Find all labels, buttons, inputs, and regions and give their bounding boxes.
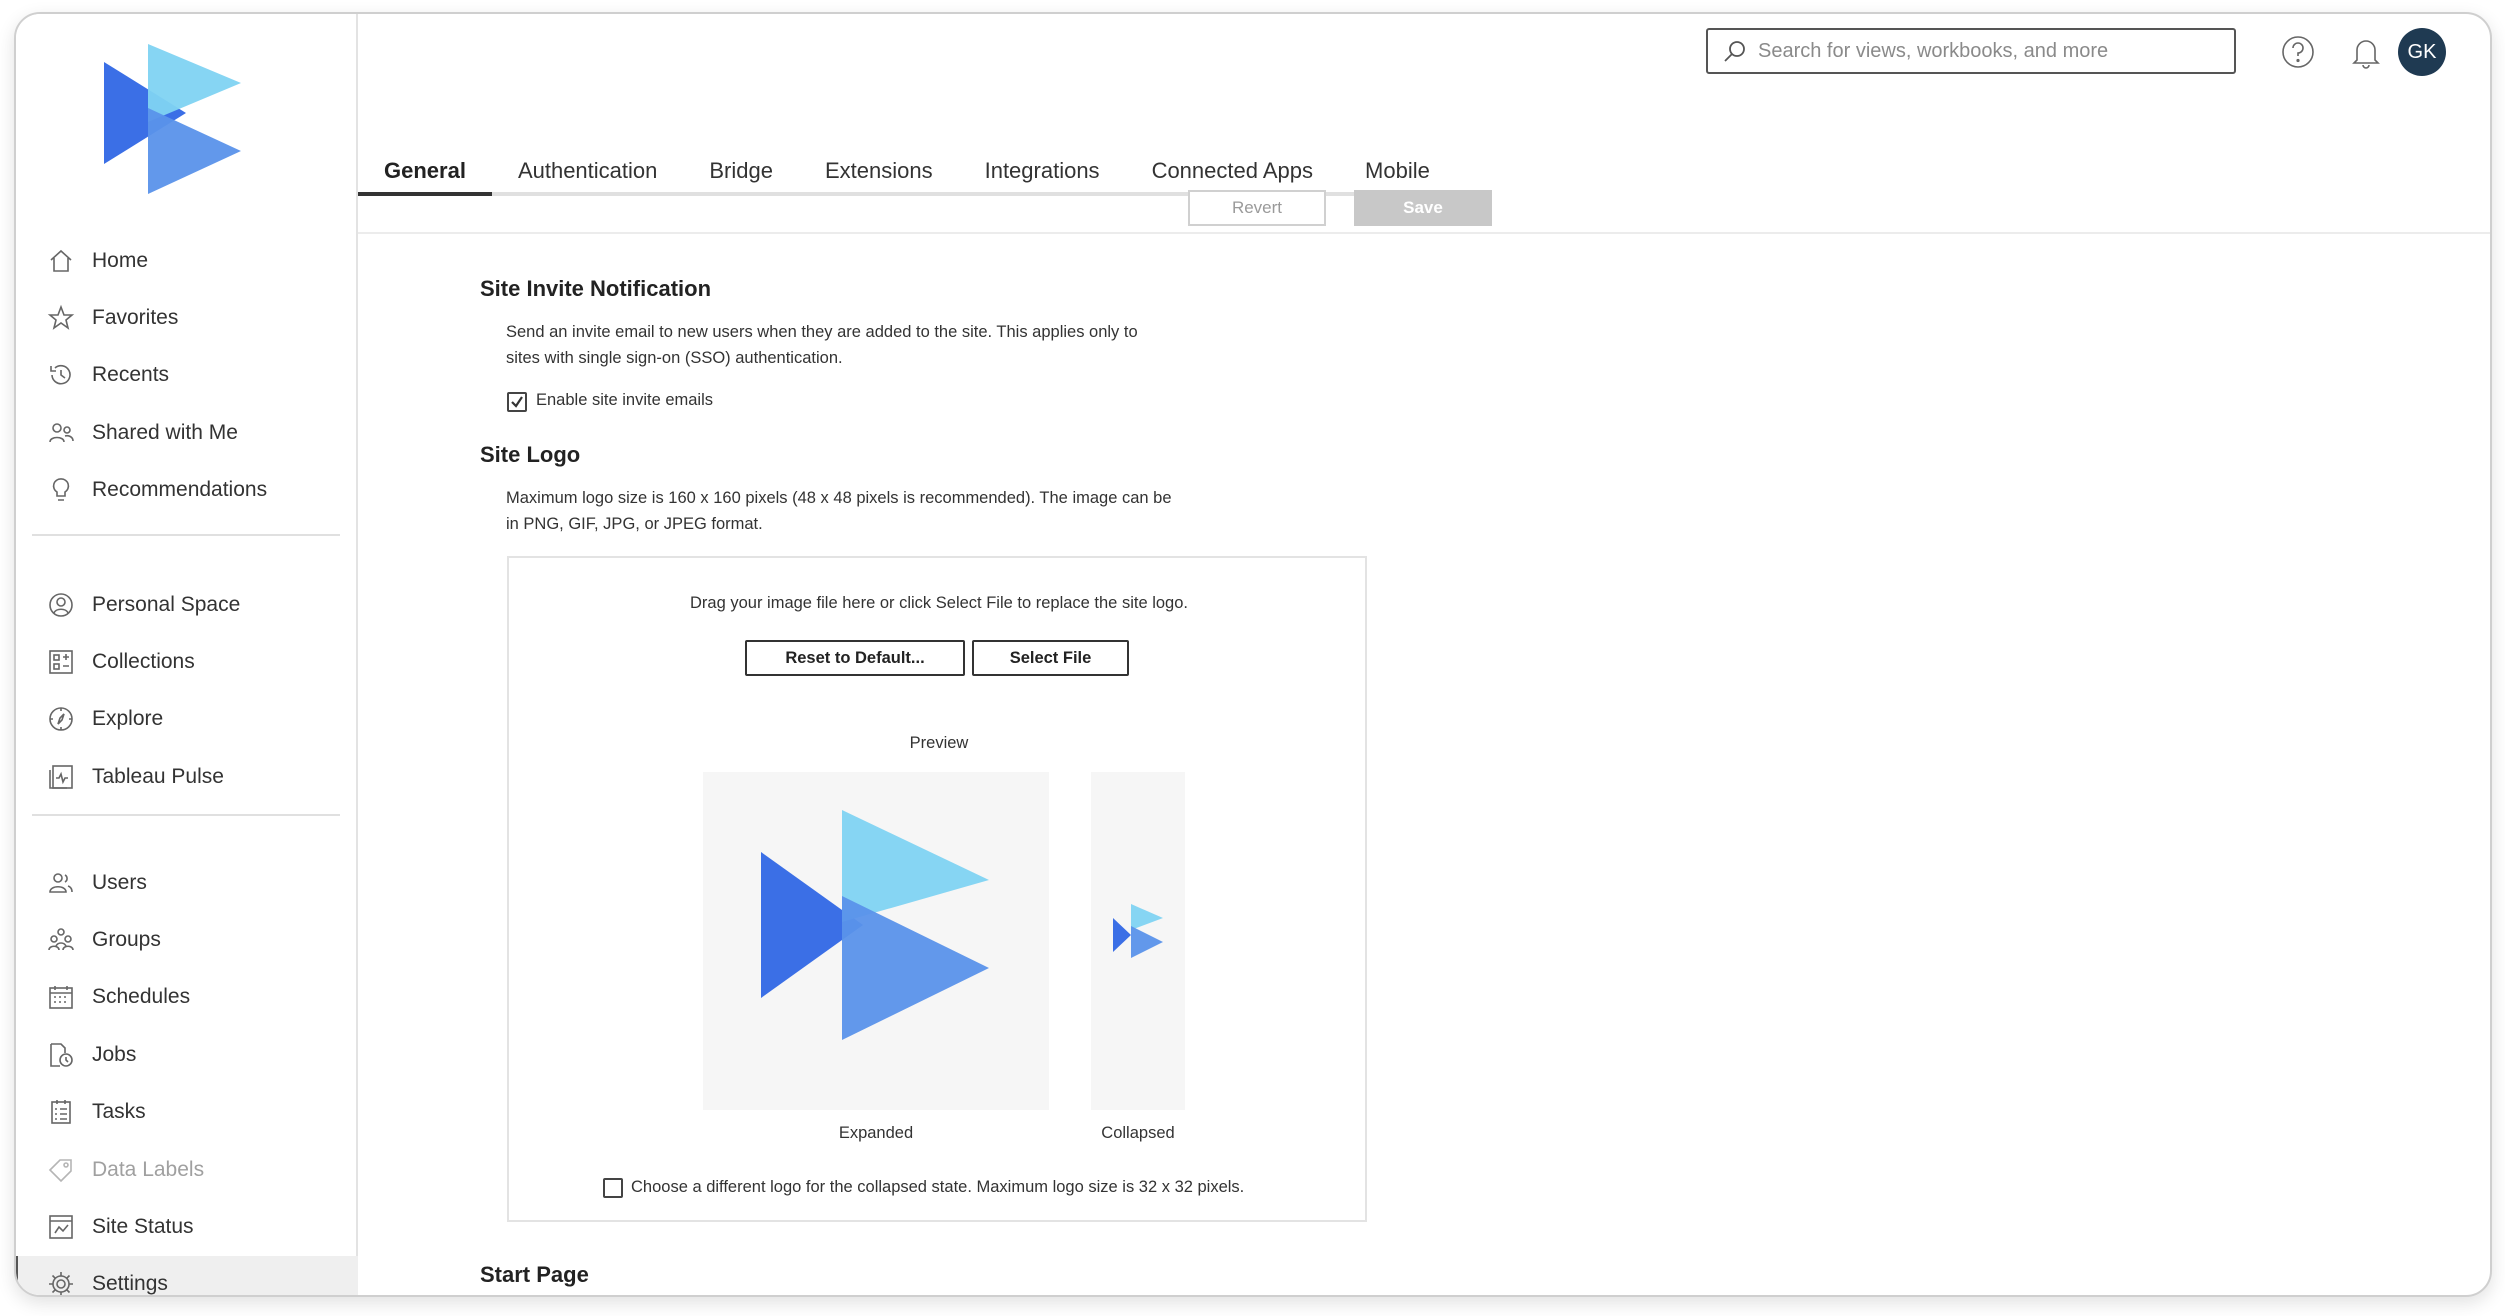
tab-general[interactable]: General — [358, 146, 492, 196]
gear-icon — [46, 1269, 76, 1295]
search-box[interactable] — [1706, 28, 2236, 74]
collections-icon — [46, 647, 76, 677]
sidebar-item-shared-with-me[interactable]: Shared with Me — [16, 404, 358, 461]
logo-drop-zone[interactable]: Drag your image file here or click Selec… — [507, 556, 1367, 1222]
expanded-logo-preview — [703, 772, 1049, 1110]
enable-invite-emails-checkbox[interactable] — [507, 392, 527, 412]
compass-icon — [46, 704, 76, 734]
sidebar-item-label: Jobs — [92, 1042, 137, 1066]
sidebar-item-label: Data Labels — [92, 1157, 205, 1181]
sidebar-item-schedules[interactable]: Schedules — [16, 969, 358, 1026]
users-icon — [46, 868, 76, 898]
sidebar-item-tableau-pulse[interactable]: Tableau Pulse — [16, 748, 358, 805]
sidebar-item-label: Recents — [92, 363, 170, 387]
tableau-logo-icon[interactable] — [96, 44, 266, 204]
nav-group-content: Personal Space Collections Explore Table… — [16, 576, 358, 806]
sidebar-item-explore[interactable]: Explore — [16, 691, 358, 748]
header-separator — [358, 232, 2490, 234]
pulse-icon — [46, 762, 76, 792]
site-invite-description-line2: sites with single sign-on (SSO) authenti… — [506, 349, 843, 367]
sidebar-item-personal-space[interactable]: Personal Space — [16, 576, 358, 633]
tableau-logo-icon — [1113, 904, 1163, 958]
sidebar-item-tasks[interactable]: Tasks — [16, 1084, 358, 1141]
nav-group-admin: Users Groups Schedules Jobs Tasks Data L… — [16, 854, 358, 1296]
section-title-start-page: Start Page — [480, 1262, 589, 1287]
sidebar-item-recents[interactable]: Recents — [16, 347, 358, 404]
shared-users-icon — [46, 418, 76, 448]
settings-tabs: General Authentication Bridge Extensions… — [358, 146, 1456, 196]
reset-to-default-button[interactable]: Reset to Default... — [745, 640, 965, 676]
collapsed-logo-checkbox[interactable] — [603, 1178, 623, 1198]
sidebar-item-home[interactable]: Home — [16, 232, 358, 289]
tab-mobile[interactable]: Mobile — [1339, 146, 1456, 196]
site-invite-description-line1: Send an invite email to new users when t… — [506, 323, 1138, 341]
enable-invite-emails-label[interactable]: Enable site invite emails — [536, 391, 713, 410]
history-icon — [46, 360, 76, 390]
app-window: Home Favorites Recents Shared with Me Re… — [14, 12, 2492, 1297]
groups-icon — [46, 925, 76, 955]
sidebar-item-collections[interactable]: Collections — [16, 633, 358, 690]
sidebar-divider — [32, 814, 340, 816]
expanded-caption: Expanded — [838, 1124, 914, 1142]
tag-icon — [46, 1155, 76, 1185]
person-circle-icon — [46, 590, 76, 620]
help-icon[interactable] — [2278, 32, 2318, 72]
star-icon — [46, 303, 76, 333]
section-title-site-invite: Site Invite Notification — [480, 276, 712, 301]
sidebar-item-groups[interactable]: Groups — [16, 911, 358, 968]
sidebar-divider — [32, 534, 340, 536]
sidebar-item-label: Personal Space — [92, 592, 241, 616]
sidebar-item-users[interactable]: Users — [16, 854, 358, 911]
sidebar-item-settings[interactable]: Settings — [16, 1255, 358, 1296]
sidebar-item-label: Recommendations — [92, 478, 268, 502]
notification-bell-icon[interactable] — [2346, 32, 2386, 72]
sidebar-item-label: Site Status — [92, 1215, 194, 1239]
sidebar-item-label: Favorites — [92, 306, 179, 330]
sidebar-item-label: Tasks — [92, 1100, 146, 1124]
site-logo-description-line1: Maximum logo size is 160 x 160 pixels (4… — [506, 489, 1172, 507]
search-input[interactable] — [1758, 39, 2218, 63]
home-icon — [46, 246, 76, 276]
sidebar-item-label: Shared with Me — [92, 420, 238, 444]
jobs-icon — [46, 1040, 76, 1070]
nav-group-main: Home Favorites Recents Shared with Me Re… — [16, 232, 358, 519]
search-icon — [1724, 41, 1745, 62]
tab-extensions[interactable]: Extensions — [799, 146, 959, 196]
lightbulb-icon — [46, 475, 76, 505]
tableau-logo-icon — [761, 810, 989, 1040]
sidebar-item-label: Explore — [92, 707, 164, 731]
sidebar-item-jobs[interactable]: Jobs — [16, 1026, 358, 1083]
sidebar-item-label: Users — [92, 870, 147, 894]
sidebar-item-label: Home — [92, 248, 149, 272]
tasks-icon — [46, 1097, 76, 1127]
sidebar-item-label: Collections — [92, 650, 195, 674]
tab-integrations[interactable]: Integrations — [959, 146, 1126, 196]
save-button[interactable]: Save — [1354, 190, 1492, 226]
avatar[interactable]: GK — [2398, 28, 2446, 76]
sidebar-item-favorites[interactable]: Favorites — [16, 289, 358, 346]
tab-connected-apps[interactable]: Connected Apps — [1126, 146, 1339, 196]
sidebar-item-label: Tableau Pulse — [92, 764, 224, 788]
sidebar-item-recommendations[interactable]: Recommendations — [16, 462, 358, 519]
site-status-icon — [46, 1212, 76, 1242]
tab-bridge[interactable]: Bridge — [683, 146, 799, 196]
sidebar-item-label: Settings — [92, 1272, 168, 1296]
tab-authentication[interactable]: Authentication — [492, 146, 683, 196]
collapsed-caption: Collapsed — [1101, 1124, 1175, 1142]
collapsed-logo-checkbox-label[interactable]: Choose a different logo for the collapse… — [631, 1178, 1244, 1197]
section-title-site-logo: Site Logo — [480, 442, 581, 467]
sidebar: Home Favorites Recents Shared with Me Re… — [16, 14, 358, 1295]
sidebar-item-label: Schedules — [92, 985, 191, 1009]
calendar-icon — [46, 982, 76, 1012]
sidebar-item-label: Groups — [92, 928, 161, 952]
preview-label: Preview — [909, 734, 969, 752]
select-file-button[interactable]: Select File — [972, 640, 1129, 676]
checkmark-icon — [511, 396, 523, 408]
collapsed-logo-preview — [1091, 772, 1185, 1110]
site-logo-description-line2: in PNG, GIF, JPG, or JPEG format. — [506, 515, 763, 533]
sidebar-item-data-labels[interactable]: Data Labels — [16, 1141, 358, 1198]
sidebar-item-site-status[interactable]: Site Status — [16, 1198, 358, 1255]
revert-button[interactable]: Revert — [1188, 190, 1326, 226]
drop-instructions: Drag your image file here or click Selec… — [690, 594, 1188, 612]
